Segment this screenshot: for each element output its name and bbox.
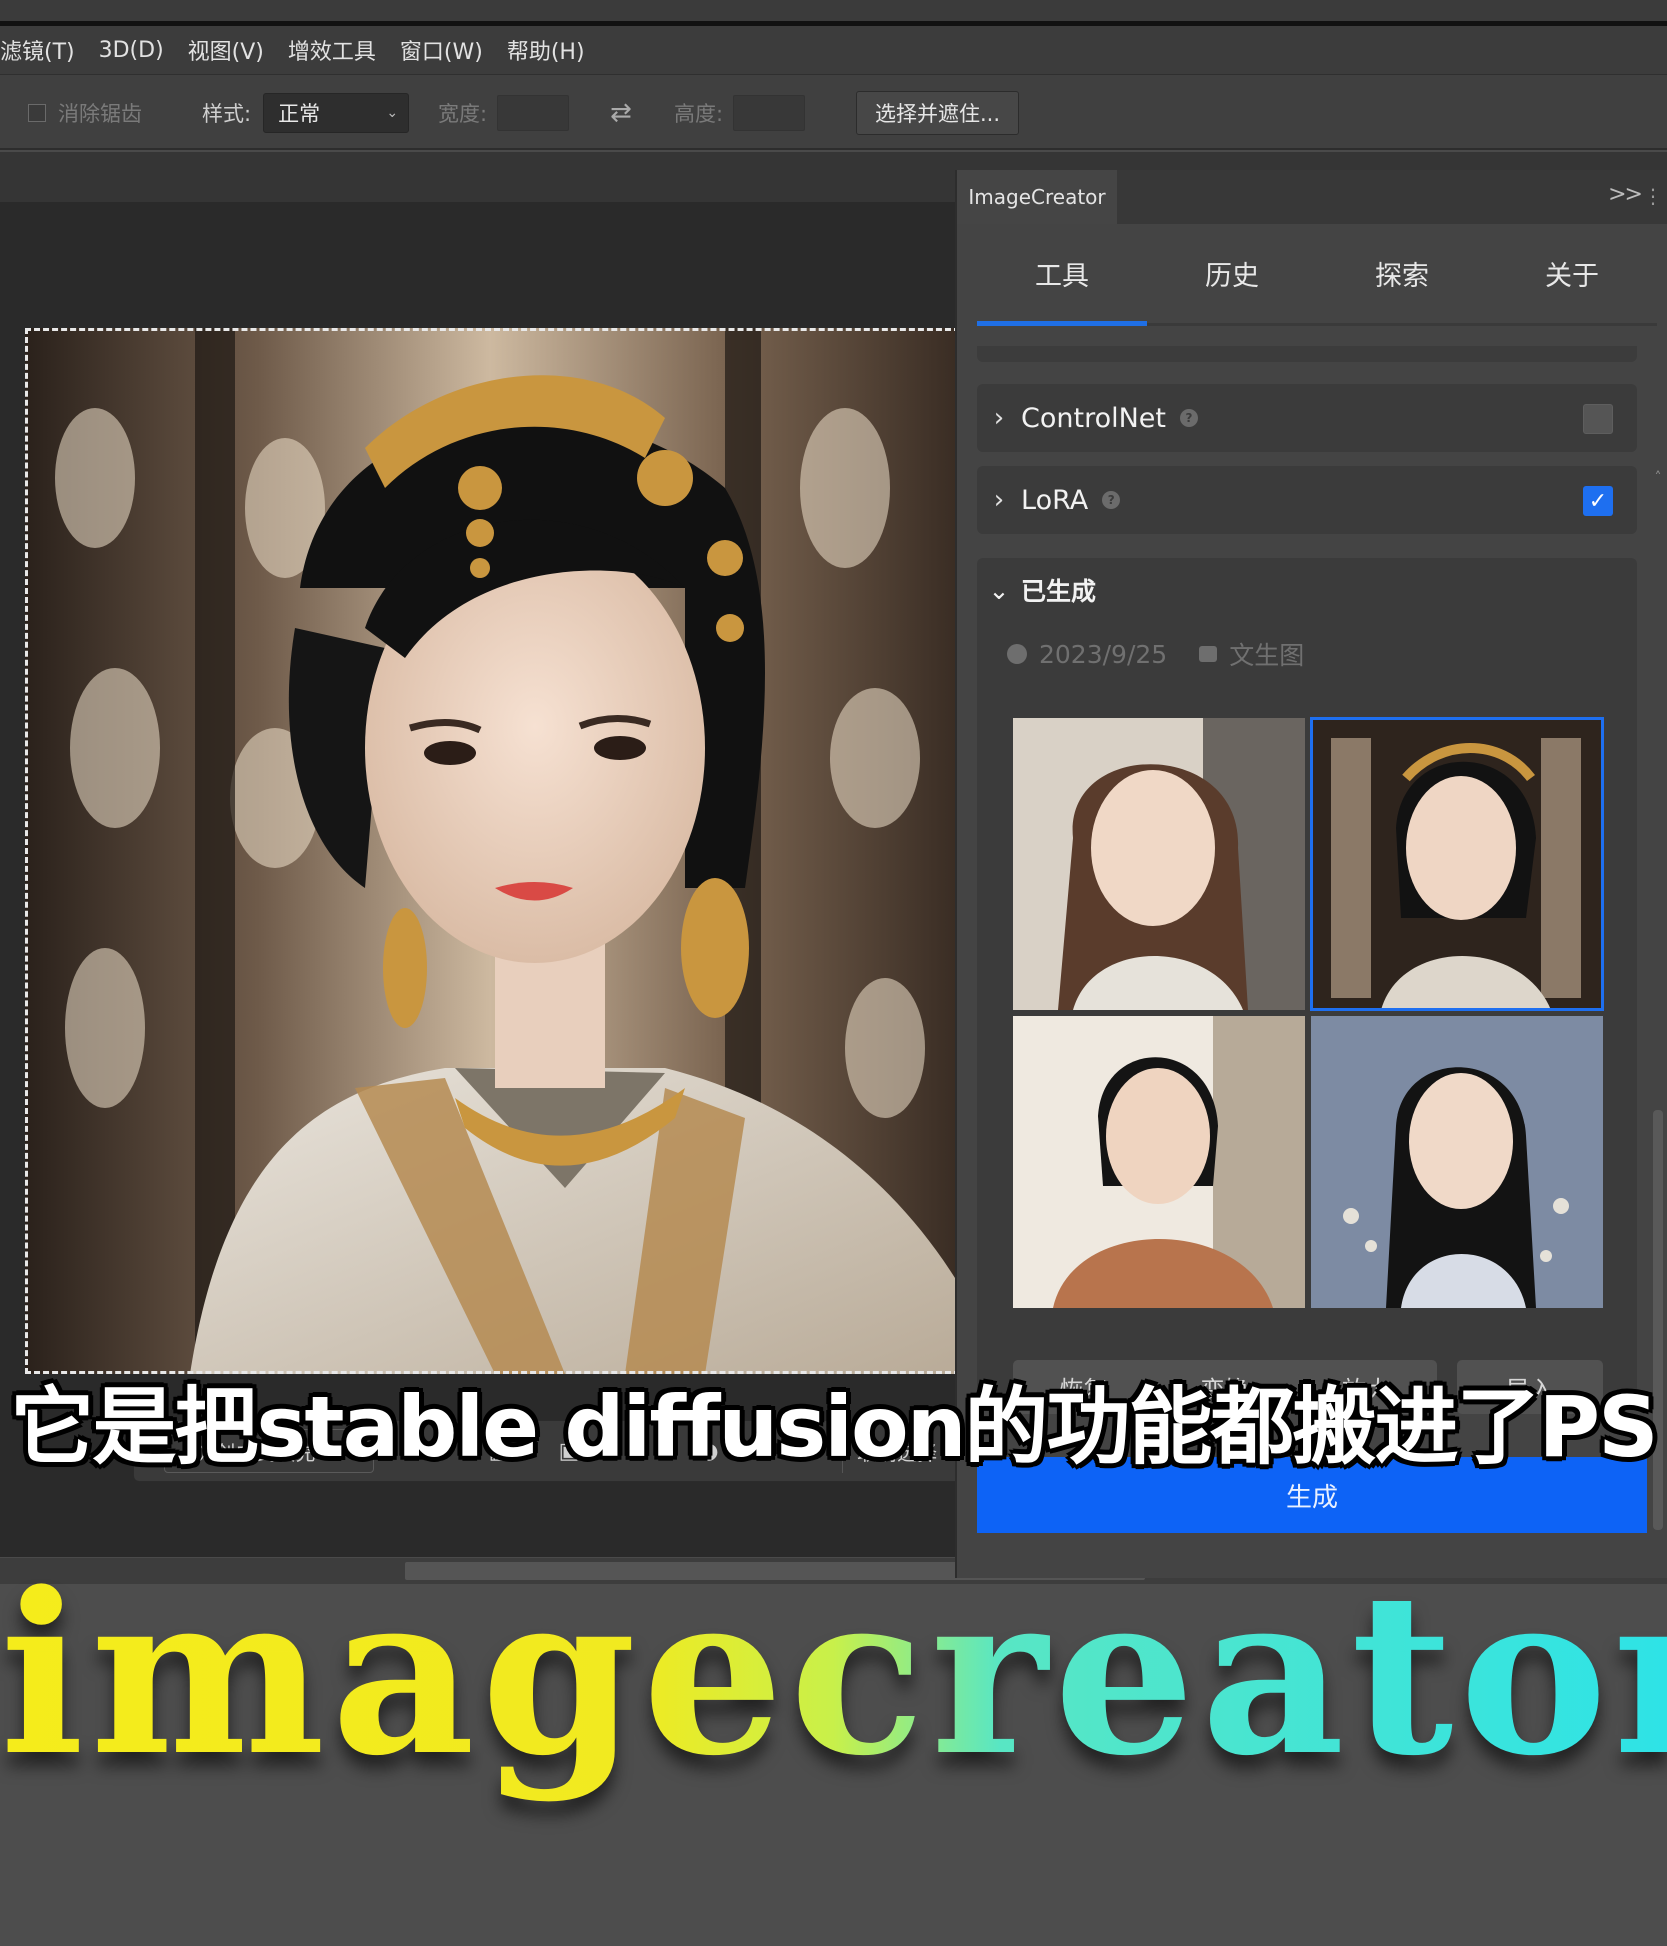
thumbnail[interactable] bbox=[1013, 718, 1305, 1010]
menu-plugins[interactable]: 增效工具 bbox=[276, 34, 388, 66]
menu-help[interactable]: 帮助(H) bbox=[495, 34, 597, 66]
style-select-value: 正常 bbox=[278, 102, 321, 126]
thumbnail[interactable] bbox=[1013, 1016, 1305, 1308]
panel-tab-imagecreator[interactable]: ImageCreator bbox=[957, 170, 1117, 224]
menu-filter[interactable]: 滤镜(T) bbox=[0, 34, 87, 66]
thumbnail-image bbox=[1013, 718, 1305, 1010]
info-icon[interactable]: ? bbox=[1102, 491, 1121, 509]
tab-explore[interactable]: 探索 bbox=[1317, 224, 1487, 323]
collapse-icon[interactable]: >> bbox=[1608, 182, 1643, 207]
info-icon[interactable]: ? bbox=[1180, 409, 1198, 427]
thumbnail-image bbox=[1311, 718, 1603, 1010]
options-bar: 消除锯齿 样式: 正常 ⌄ 宽度: ⇄ 高度: 选择并遮住... bbox=[0, 74, 1667, 150]
thumbnail-image bbox=[1013, 1016, 1305, 1308]
generated-header[interactable]: ⌄ 已生成 bbox=[977, 558, 1097, 622]
style-option: 样式: 正常 ⌄ bbox=[202, 75, 410, 151]
controlnet-checkbox[interactable] bbox=[1583, 404, 1613, 434]
clock-icon bbox=[1007, 644, 1027, 664]
section-above-sliver bbox=[977, 346, 1637, 362]
panel-menu-icon[interactable]: ⋮ bbox=[1643, 184, 1663, 208]
section-controlnet-label: ControlNet bbox=[1021, 402, 1166, 434]
section-controlnet[interactable]: › ControlNet ? bbox=[977, 384, 1637, 452]
section-lora-label: LoRA bbox=[1021, 484, 1089, 516]
menubar: 滤镜(T) 3D(D) 视图(V) 增效工具 窗口(W) 帮助(H) bbox=[0, 26, 1667, 74]
generated-thumbnails bbox=[1013, 717, 1605, 1310]
swap-icon[interactable]: ⇄ bbox=[610, 98, 632, 128]
width-field[interactable] bbox=[497, 95, 570, 131]
width-option: 宽度: bbox=[438, 75, 570, 151]
menu-window[interactable]: 窗口(W) bbox=[388, 34, 495, 66]
style-select[interactable]: 正常 ⌄ bbox=[263, 93, 410, 133]
generated-date: 2023/9/25 bbox=[1039, 639, 1168, 669]
panel-body: › ControlNet ? › LoRA ? ✓ ⌄ 已生成 2023/9/2… bbox=[977, 346, 1645, 1446]
video-subtitle: 它是把stable diffusion的功能都搬进了PS bbox=[10, 1378, 1658, 1476]
section-lora[interactable]: › LoRA ? ✓ bbox=[977, 466, 1637, 534]
anti-alias-label: 消除锯齿 bbox=[58, 102, 142, 126]
select-mask-option: 选择并遮住... bbox=[856, 75, 1020, 151]
thumbnail-selected[interactable] bbox=[1310, 717, 1604, 1011]
image-mode-icon bbox=[1199, 646, 1218, 662]
thumbnail[interactable] bbox=[1311, 1016, 1603, 1308]
generated-title: 已生成 bbox=[1021, 577, 1097, 606]
style-label: 样式: bbox=[202, 102, 252, 126]
generated-mode: 文生图 bbox=[1229, 641, 1305, 670]
menu-3d[interactable]: 3D(D) bbox=[87, 38, 176, 63]
select-and-mask-button[interactable]: 选择并遮住... bbox=[856, 91, 1020, 135]
brand-title: imagecreator bbox=[0, 1545, 1667, 1805]
canvas-image[interactable] bbox=[25, 328, 955, 1374]
height-field[interactable] bbox=[733, 95, 806, 131]
title-strip bbox=[0, 0, 1667, 26]
chevron-right-icon: › bbox=[993, 485, 1005, 515]
chevron-down-icon: ⌄ bbox=[386, 105, 399, 121]
chevron-down-icon: ⌄ bbox=[988, 575, 1010, 605]
section-generated: ⌄ 已生成 2023/9/25 文生图 恢复 变换 放大 导入 bbox=[977, 558, 1637, 1414]
canvas-area: ◯ 创成式填充 ✎ ▦ ▣ ◆ ◑ ⋯ 取消选择 bbox=[0, 202, 963, 1557]
portrait-illustration bbox=[25, 328, 955, 1374]
height-label: 高度: bbox=[674, 102, 724, 126]
tab-history[interactable]: 历史 bbox=[1147, 224, 1317, 323]
swap-option[interactable]: ⇄ bbox=[610, 75, 632, 151]
width-label: 宽度: bbox=[438, 102, 488, 126]
panel-header: ImageCreator >> ⋮ bbox=[957, 170, 1667, 224]
panel-nav-tabs: 工具 历史 探索 关于 bbox=[977, 224, 1657, 326]
anti-alias-checkbox[interactable] bbox=[28, 104, 46, 122]
tab-about[interactable]: 关于 bbox=[1487, 224, 1657, 323]
height-option: 高度: bbox=[674, 75, 806, 151]
anti-alias-option[interactable]: 消除锯齿 bbox=[28, 75, 142, 151]
chevron-right-icon: › bbox=[993, 403, 1005, 433]
thumbnail-image bbox=[1311, 1016, 1603, 1308]
menu-view[interactable]: 视图(V) bbox=[176, 34, 276, 66]
generated-meta: 2023/9/25 文生图 bbox=[1007, 636, 1304, 672]
lora-checkbox[interactable]: ✓ bbox=[1583, 486, 1613, 516]
tab-tools[interactable]: 工具 bbox=[977, 224, 1147, 326]
scroll-up-icon[interactable]: ˄ bbox=[1651, 470, 1665, 486]
